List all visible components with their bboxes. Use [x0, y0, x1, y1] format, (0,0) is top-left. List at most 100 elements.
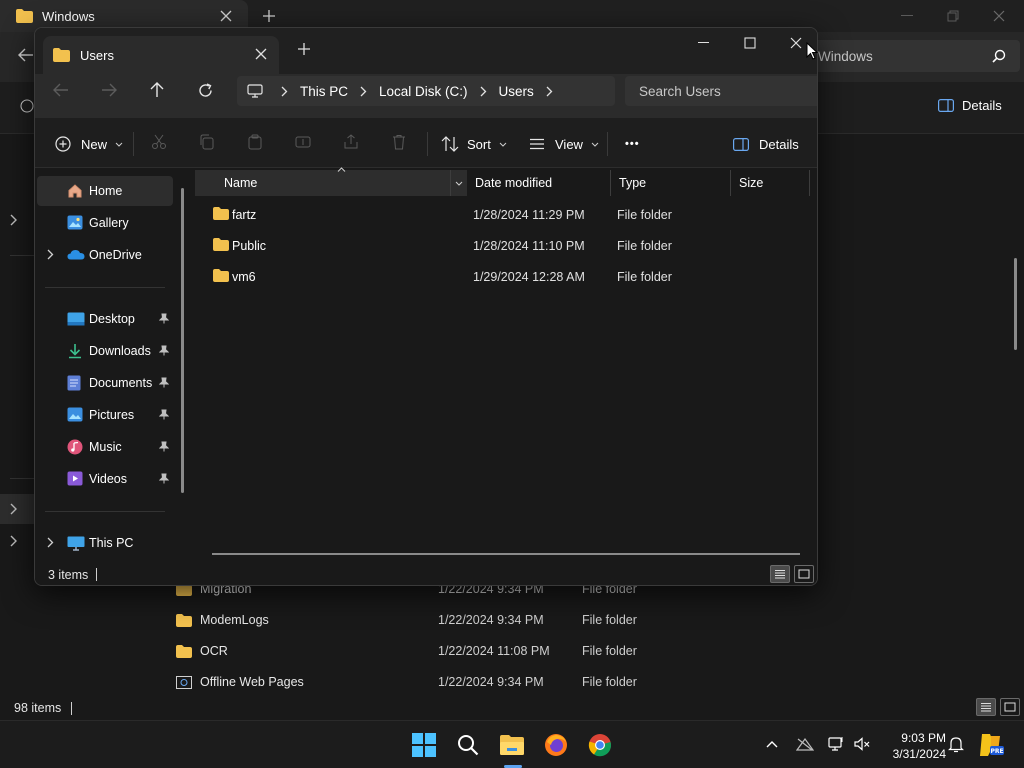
column-header-name[interactable]: Name: [195, 170, 467, 196]
add-circle-icon[interactable]: [20, 99, 34, 113]
refresh-icon[interactable]: [189, 74, 221, 106]
computer-icon: [67, 536, 85, 551]
chevron-right-icon[interactable]: [281, 86, 288, 97]
chevron-down-icon: [455, 181, 463, 186]
bg-vertical-scrollbar[interactable]: [1014, 258, 1017, 350]
plus-icon[interactable]: [262, 9, 276, 23]
nav-item-home[interactable]: Home: [37, 176, 173, 206]
pin-icon[interactable]: [159, 345, 169, 356]
firefox-icon[interactable]: [536, 725, 576, 765]
nav-item-documents[interactable]: Documents: [37, 368, 173, 398]
chevron-right-icon[interactable]: [47, 537, 54, 548]
home-icon: [67, 183, 83, 199]
chrome-icon[interactable]: [580, 725, 620, 765]
nav-item-this-pc[interactable]: This PC: [37, 528, 173, 558]
back-arrow-icon[interactable]: [45, 74, 77, 106]
windows-start-icon[interactable]: [404, 725, 444, 765]
pin-icon[interactable]: [159, 473, 169, 484]
users-explorer-window: Users This PC Local Disk (C:) Users Sear…: [34, 27, 818, 586]
column-header-size[interactable]: Size: [731, 170, 809, 196]
tiles-view-icon[interactable]: [1000, 698, 1020, 716]
speaker-muted-icon[interactable]: [854, 736, 870, 752]
minimize-icon[interactable]: [681, 30, 727, 56]
nav-item-onedrive[interactable]: OneDrive: [37, 240, 173, 270]
up-arrow-icon[interactable]: [141, 74, 173, 106]
chevron-right-icon[interactable]: [47, 249, 54, 260]
nav-item-desktop[interactable]: Desktop: [37, 304, 173, 334]
close-icon[interactable]: [220, 10, 232, 22]
nav-item-videos[interactable]: Videos: [37, 464, 173, 494]
monitor-icon[interactable]: [828, 736, 844, 752]
breadcrumb-users[interactable]: Users: [499, 84, 534, 99]
pin-icon[interactable]: [159, 377, 169, 388]
paste-icon[interactable]: [247, 134, 263, 150]
bell-icon[interactable]: [948, 736, 964, 753]
chevron-right-icon[interactable]: [10, 503, 18, 515]
chevron-right-icon[interactable]: [10, 535, 18, 547]
delete-icon[interactable]: [391, 134, 407, 150]
table-row[interactable]: vm6 1/29/2024 12:28 AM File folder: [195, 261, 815, 292]
pin-icon[interactable]: [159, 409, 169, 420]
view-button[interactable]: View: [529, 132, 599, 156]
sort-button[interactable]: Sort: [441, 132, 507, 156]
cut-icon[interactable]: [151, 134, 167, 150]
search-input[interactable]: Search Users: [625, 76, 817, 106]
column-header-date-modified[interactable]: Date modified: [467, 170, 611, 196]
nav-item-pictures[interactable]: Pictures: [37, 400, 173, 430]
close-icon[interactable]: [976, 4, 1022, 28]
horizontal-scrollbar[interactable]: [212, 553, 800, 555]
search-icon[interactable]: [448, 725, 488, 765]
file-type: File folder: [617, 208, 672, 222]
bg-table-row[interactable]: OCR 1/22/2024 11:08 PM File folder: [176, 636, 716, 666]
restore-icon[interactable]: [930, 4, 976, 28]
chevron-right-icon[interactable]: [360, 86, 367, 97]
nav-label: Music: [89, 440, 122, 454]
bg-search-input[interactable]: Windows: [808, 40, 1020, 72]
maximize-icon[interactable]: [727, 30, 773, 56]
nav-label: Documents: [89, 376, 153, 390]
network-disconnected-icon[interactable]: [796, 737, 814, 751]
copy-icon[interactable]: [199, 134, 215, 150]
pin-icon[interactable]: [159, 313, 169, 324]
more-options-button[interactable]: •••: [625, 132, 640, 156]
rename-icon[interactable]: [295, 134, 311, 150]
nav-item-downloads[interactable]: Downloads: [37, 336, 173, 366]
system-clock[interactable]: 9:03 PM 3/31/2024: [880, 730, 946, 762]
chevron-right-icon[interactable]: [546, 86, 553, 97]
minimize-icon[interactable]: [884, 4, 930, 28]
bg-search-text: Windows: [818, 48, 873, 64]
chevron-right-icon[interactable]: [480, 86, 487, 97]
details-button[interactable]: Details: [733, 132, 799, 156]
breadcrumb-local-disk[interactable]: Local Disk (C:): [379, 84, 468, 99]
back-arrow-icon[interactable]: [18, 48, 34, 62]
tab-users[interactable]: Users: [43, 36, 279, 74]
bg-table-row[interactable]: ModemLogs 1/22/2024 9:34 PM File folder: [176, 605, 716, 635]
details-view-icon[interactable]: [976, 698, 996, 716]
plus-icon[interactable]: [297, 42, 311, 56]
preview-badge-icon[interactable]: PRE: [978, 732, 1006, 758]
tiles-view-icon[interactable]: [794, 565, 814, 583]
bg-row-date: 1/22/2024 9:34 PM: [438, 675, 544, 689]
chevron-right-icon[interactable]: [10, 214, 18, 226]
bg-table-row[interactable]: Offline Web Pages 1/22/2024 9:34 PM File…: [176, 667, 716, 697]
nav-item-gallery[interactable]: Gallery: [37, 208, 173, 238]
details-view-icon[interactable]: [770, 565, 790, 583]
close-icon[interactable]: [255, 48, 267, 60]
nav-item-music[interactable]: Music: [37, 432, 173, 462]
breadcrumb-this-pc[interactable]: This PC: [300, 84, 348, 99]
bg-details-button[interactable]: Details: [938, 98, 1002, 113]
share-icon[interactable]: [343, 134, 359, 150]
new-button[interactable]: New: [55, 132, 123, 156]
table-row[interactable]: Public 1/28/2024 11:10 PM File folder: [195, 230, 815, 261]
column-header-type[interactable]: Type: [611, 170, 731, 196]
column-filter-dropdown[interactable]: [450, 170, 467, 196]
pin-icon[interactable]: [159, 441, 169, 452]
table-row[interactable]: fartz 1/28/2024 11:29 PM File folder: [195, 199, 815, 230]
chevron-up-icon[interactable]: [766, 740, 778, 748]
file-explorer-icon[interactable]: [492, 725, 532, 765]
nav-scrollbar[interactable]: [181, 188, 184, 493]
svg-text:PRE: PRE: [990, 748, 1003, 755]
breadcrumb[interactable]: This PC Local Disk (C:) Users: [237, 76, 615, 106]
forward-arrow-icon[interactable]: [93, 74, 125, 106]
chevron-down-icon: [591, 142, 599, 147]
